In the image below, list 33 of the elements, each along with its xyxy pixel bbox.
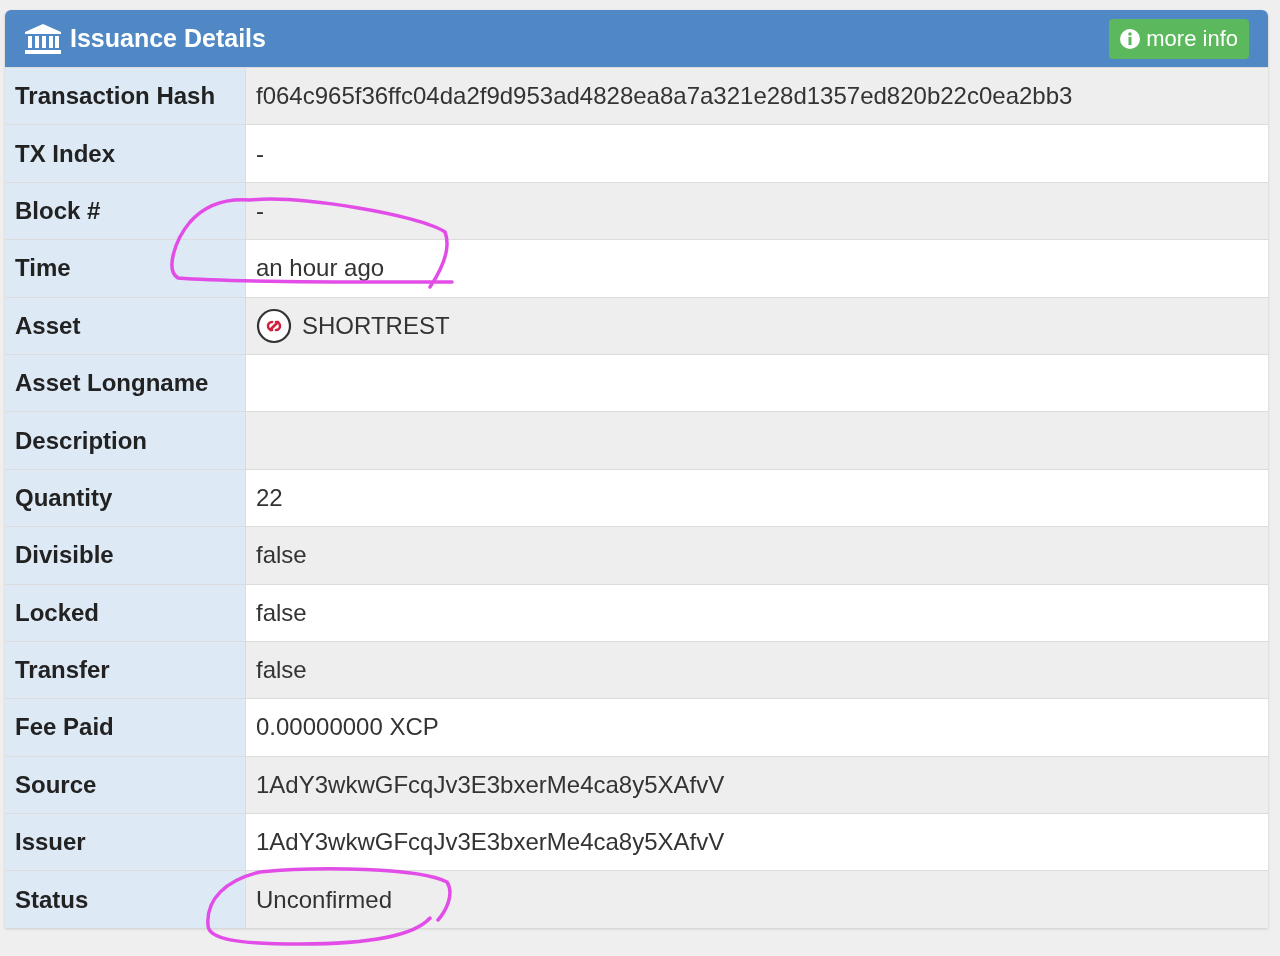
row-value: - (256, 196, 264, 225)
row-value: Unconfirmed (256, 885, 393, 914)
row-label: Description (5, 412, 246, 469)
row-label: Block # (5, 182, 246, 240)
row-value: 22 (256, 483, 283, 512)
row-value: 1AdY3wkwGFcqJv3E3bxerMe4ca8y5XAfvV (256, 828, 725, 857)
row-label: Transaction Hash (5, 68, 246, 125)
row-label: Fee Paid (5, 699, 246, 756)
row-label: Divisible (5, 527, 246, 584)
more-info-button[interactable]: more info (1109, 18, 1249, 59)
row-label: Source (5, 756, 246, 814)
row-value: - (256, 139, 264, 168)
row-value: false (256, 656, 307, 685)
row-value: an hour ago (256, 254, 385, 283)
info-icon (1120, 28, 1141, 49)
asset-name: SHORTREST (302, 311, 450, 340)
row-label: TX Index (5, 125, 246, 182)
row-value: 1AdY3wkwGFcqJv3E3bxerMe4ca8y5XAfvV (256, 770, 725, 799)
row-label: Asset Longname (5, 354, 246, 412)
asset-logo-icon (256, 307, 292, 344)
row-label: Asset (5, 297, 246, 354)
bank-icon (24, 22, 62, 55)
row-value: 0.00000000 XCP (256, 713, 439, 742)
row-value: f064c965f36ffc04da2f9d953ad4828ea8a7a321e28d1357ed820b22c0ea2bb3 (256, 82, 1073, 111)
panel-title: Issuance Details (70, 24, 266, 53)
row-label: Quantity (5, 469, 246, 527)
row-value: false (256, 598, 307, 627)
row-label: Time (5, 240, 246, 297)
row-value: false (256, 541, 307, 570)
row-label: Transfer (5, 641, 246, 699)
row-label: Locked (5, 584, 246, 641)
row-label: Issuer (5, 814, 246, 871)
row-label: Status (5, 871, 246, 928)
